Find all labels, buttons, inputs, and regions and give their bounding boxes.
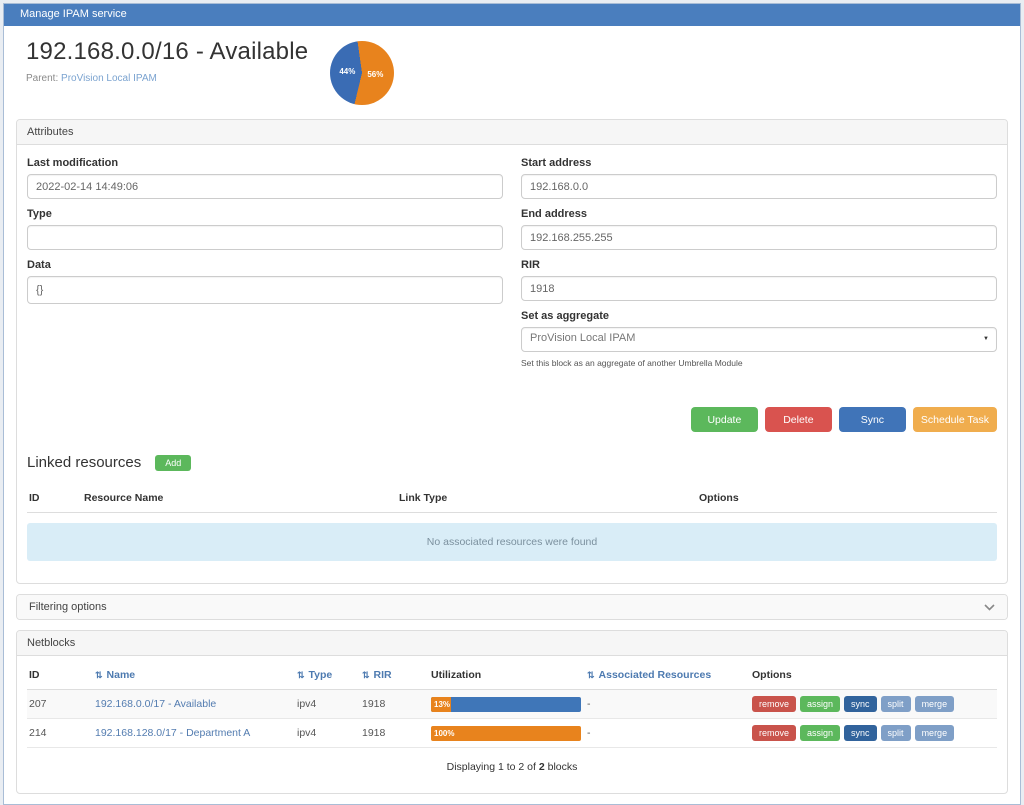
assign-button[interactable]: assign	[800, 725, 840, 741]
rir-label: RIR	[521, 259, 997, 271]
linked-col-resource-name: Resource Name	[82, 485, 397, 513]
action-button-row: Update Delete Sync Schedule Task	[27, 407, 997, 432]
aggregate-label: Set as aggregate	[521, 310, 997, 322]
page-header: 192.168.0.0/16 - Available Parent: ProVi…	[4, 26, 1020, 109]
netblock-name-link[interactable]: 192.168.0.0/17 - Available	[95, 698, 216, 710]
no-resources-alert: No associated resources were found	[27, 523, 997, 561]
remove-button[interactable]: remove	[752, 725, 796, 741]
start-address-field[interactable]	[521, 174, 997, 199]
sync-row-button[interactable]: sync	[844, 696, 877, 712]
last-modification-label: Last modification	[27, 157, 503, 169]
chevron-down-icon[interactable]	[984, 604, 995, 611]
netblock-options: remove assign sync split merge	[752, 696, 995, 712]
breadcrumb: Parent: ProVision Local IPAM	[26, 73, 308, 84]
delete-button[interactable]: Delete	[765, 407, 832, 432]
aggregate-help-text: Set this block as an aggregate of anothe…	[521, 358, 997, 368]
utilization-value: 13%	[434, 697, 450, 712]
schedule-task-button[interactable]: Schedule Task	[913, 407, 997, 432]
linked-col-id: ID	[27, 485, 82, 513]
data-label: Data	[27, 259, 503, 271]
netblocks-table: ID ⇅Name ⇅Type ⇅RIR Utilization ⇅Associa…	[27, 662, 997, 748]
last-modification-field[interactable]	[27, 174, 503, 199]
dialog-titlebar: Manage IPAM service	[4, 4, 1020, 26]
dialog-title: Manage IPAM service	[20, 8, 127, 20]
netblock-rir: 1918	[360, 719, 429, 748]
start-address-label: Start address	[521, 157, 997, 169]
netblocks-col-rir[interactable]: ⇅RIR	[360, 662, 429, 690]
netblock-associated: -	[585, 690, 750, 719]
split-button[interactable]: split	[881, 696, 911, 712]
aggregate-select[interactable]: ProVision Local IPAM ▼	[521, 327, 997, 352]
table-row: 214 192.168.128.0/17 - Department A ipv4…	[27, 719, 997, 748]
sync-row-button[interactable]: sync	[844, 725, 877, 741]
merge-button[interactable]: merge	[915, 725, 955, 741]
netblocks-col-id: ID	[27, 662, 93, 690]
sort-icon: ⇅	[297, 670, 305, 680]
data-field[interactable]	[27, 276, 503, 304]
netblocks-panel: Netblocks ID ⇅Name ⇅Type ⇅RIR Utilizatio…	[16, 630, 1008, 794]
assign-button[interactable]: assign	[800, 696, 840, 712]
attributes-panel-heading: Attributes	[17, 120, 1007, 145]
attributes-panel: Attributes Last modification Type Data	[16, 119, 1008, 584]
merge-button[interactable]: merge	[915, 696, 955, 712]
page-title: 192.168.0.0/16 - Available	[26, 38, 308, 66]
type-label: Type	[27, 208, 503, 220]
filtering-options-title: Filtering options	[29, 601, 107, 613]
netblocks-col-type[interactable]: ⇅Type	[295, 662, 360, 690]
utilization-bar: 13%	[431, 697, 581, 712]
utilization-value: 100%	[434, 726, 454, 741]
linked-resources-title: Linked resources	[27, 454, 141, 471]
linked-col-options: Options	[697, 485, 997, 513]
rir-field[interactable]	[521, 276, 997, 301]
linked-col-link-type: Link Type	[397, 485, 697, 513]
netblock-type: ipv4	[295, 719, 360, 748]
utilization-bar: 100%	[431, 726, 581, 741]
type-field[interactable]	[27, 225, 503, 250]
update-button[interactable]: Update	[691, 407, 758, 432]
netblocks-panel-heading: Netblocks	[17, 631, 1007, 656]
netblocks-col-associated[interactable]: ⇅Associated Resources	[585, 662, 750, 690]
netblock-associated: -	[585, 719, 750, 748]
aggregate-selected-value: ProVision Local IPAM	[521, 327, 997, 352]
netblock-options: remove assign sync split merge	[752, 725, 995, 741]
end-address-field[interactable]	[521, 225, 997, 250]
sort-icon: ⇅	[95, 670, 103, 680]
parent-link[interactable]: ProVision Local IPAM	[61, 73, 157, 84]
netblock-id: 207	[27, 690, 93, 719]
netblocks-col-utilization: Utilization	[429, 662, 585, 690]
pie-label-used: 56%	[367, 70, 383, 79]
netblocks-col-name[interactable]: ⇅Name	[93, 662, 295, 690]
linked-resources-table: ID Resource Name Link Type Options	[27, 485, 997, 513]
sync-button[interactable]: Sync	[839, 407, 906, 432]
netblock-id: 214	[27, 719, 93, 748]
attributes-form: Last modification Type Data Start addres…	[27, 157, 997, 377]
manage-ipam-dialog: Manage IPAM service 192.168.0.0/16 - Ava…	[3, 3, 1021, 805]
sort-icon: ⇅	[362, 670, 370, 680]
table-row: 207 192.168.0.0/17 - Available ipv4 1918…	[27, 690, 997, 719]
pie-label-free: 44%	[339, 67, 355, 76]
split-button[interactable]: split	[881, 725, 911, 741]
add-resource-button[interactable]: Add	[155, 455, 191, 471]
sort-icon: ⇅	[587, 670, 595, 680]
linked-resources-header: Linked resources Add	[27, 454, 997, 471]
netblock-name-link[interactable]: 192.168.128.0/17 - Department A	[95, 727, 250, 739]
filtering-options-panel[interactable]: Filtering options	[16, 594, 1008, 620]
netblocks-header-row: ID ⇅Name ⇅Type ⇅RIR Utilization ⇅Associa…	[27, 662, 997, 690]
utilization-pie-wrap: 44% 56%	[330, 41, 394, 105]
netblock-type: ipv4	[295, 690, 360, 719]
netblock-rir: 1918	[360, 690, 429, 719]
netblocks-col-options: Options	[750, 662, 997, 690]
end-address-label: End address	[521, 208, 997, 220]
pagination-status: Displaying 1 to 2 of 2 blocks	[27, 748, 997, 789]
remove-button[interactable]: remove	[752, 696, 796, 712]
parent-label: Parent:	[26, 73, 58, 84]
